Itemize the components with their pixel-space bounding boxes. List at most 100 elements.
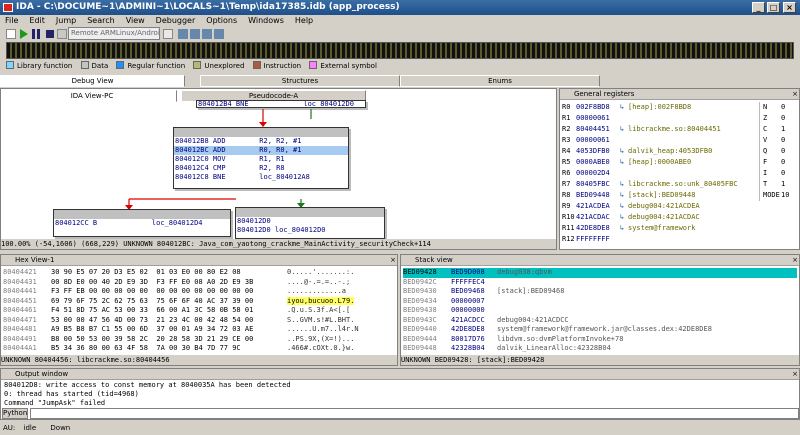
- register-row[interactable]: R10421ACDAC ↳ debug004:421ACDAC: [562, 212, 754, 223]
- stack-row[interactable]: BED09444 80017D76 libdvm.so:dvmPlatformInv…: [403, 335, 797, 345]
- register-value[interactable]: 421ACDAC: [576, 212, 620, 223]
- register-value[interactable]: 002F8BD8: [576, 102, 620, 113]
- pause-icon[interactable]: [32, 29, 40, 39]
- register-value[interactable]: 00000061: [576, 113, 620, 124]
- register-row[interactable]: R1 00000061: [562, 113, 754, 124]
- menu-file[interactable]: File: [5, 15, 18, 26]
- menu-view[interactable]: View: [126, 15, 145, 26]
- run-to-cursor-icon[interactable]: [202, 29, 212, 39]
- graph-node-left[interactable]: 804012CC B loc_804012D4: [53, 209, 231, 237]
- stack-row[interactable]: BED09434 00000007: [403, 297, 797, 307]
- register-value[interactable]: 4053DFB0: [576, 146, 620, 157]
- hex-row[interactable]: 80404421 30 90 E5 07 20 D3 E5 02 01 03 E0…: [3, 268, 395, 278]
- dropdown-arrow-icon[interactable]: [163, 29, 173, 39]
- stack-row[interactable]: BED09440 42DE8DE8 system@framework@framewo…: [403, 325, 797, 335]
- flag-row[interactable]: Q0: [760, 146, 793, 157]
- flag-value[interactable]: 0: [781, 158, 785, 166]
- tab-structures[interactable]: Structures: [200, 75, 400, 87]
- flag-value[interactable]: 1: [781, 180, 785, 188]
- hex-bytes[interactable]: F3 FF EB 00 00 00 00 00 00 00 00 00 00 0…: [51, 287, 287, 297]
- register-row[interactable]: R7 80405FBC ↳ libcrackme.so:unk_80405FBC: [562, 179, 754, 190]
- register-value[interactable]: BED09448: [576, 190, 620, 201]
- menu-options[interactable]: Options: [206, 15, 237, 26]
- register-row[interactable]: R8 BED09448 ↳ [stack]:BED09448: [562, 190, 754, 201]
- stack-value[interactable]: 00000007: [451, 297, 497, 307]
- close-icon[interactable]: ×: [791, 90, 799, 98]
- stack-row[interactable]: BED09430 BED09468 [stack]:BED09468: [403, 287, 797, 297]
- hex-bytes[interactable]: 69 79 6F 75 2C 62 75 63 75 6F 6F 40 AC 3…: [51, 297, 287, 307]
- register-row[interactable]: R9 421ACDEA ↳ debug004:421ACDEA: [562, 201, 754, 212]
- register-row[interactable]: R1142DE8DE8 ↳ system@framework: [562, 223, 754, 234]
- menu-windows[interactable]: Windows: [248, 15, 284, 26]
- close-icon[interactable]: ×: [791, 256, 799, 264]
- stop-icon[interactable]: [46, 30, 54, 38]
- register-value[interactable]: 00000061: [576, 135, 620, 146]
- stack-value[interactable]: FFFFFEC4: [451, 278, 497, 288]
- graph-node-right[interactable]: 804012D0 804012D0 loc_804012D0: [235, 207, 385, 239]
- menu-search[interactable]: Search: [87, 15, 114, 26]
- flag-row[interactable]: N0: [760, 102, 793, 113]
- step-over-icon[interactable]: [190, 29, 200, 39]
- hex-row[interactable]: 80404471 53 00 00 47 56 4D 00 73 21 23 4C…: [3, 316, 395, 326]
- tab-debug-view[interactable]: Debug View: [0, 75, 185, 87]
- stack-view-panel[interactable]: Stack view × BED09428 BED9D008 debug038:qbv…: [400, 254, 800, 366]
- register-value[interactable]: 42DE8DE8: [576, 223, 620, 234]
- register-value[interactable]: 80404451: [576, 124, 620, 135]
- hex-bytes[interactable]: 30 90 E5 07 20 D3 E5 02 01 03 E0 00 80 E…: [51, 268, 287, 278]
- menu-debugger[interactable]: Debugger: [156, 15, 196, 26]
- minimize-button[interactable]: _: [752, 2, 765, 13]
- stack-value[interactable]: 42328B04: [451, 344, 497, 354]
- command-input[interactable]: [30, 408, 799, 419]
- hex-row[interactable]: 80404431 00 8D E0 00 40 2D E9 3D F3 FF E0…: [3, 278, 395, 288]
- step-into-icon[interactable]: [178, 29, 188, 39]
- python-button[interactable]: Python: [2, 408, 28, 419]
- menu-help[interactable]: Help: [295, 15, 313, 26]
- stack-value[interactable]: 80017D76: [451, 335, 497, 345]
- hex-bytes[interactable]: B5 34 36 80 00 63 4F 58 7A 00 30 B4 7D 7…: [51, 344, 287, 354]
- register-value[interactable]: 80405FBC: [576, 179, 620, 190]
- flag-value[interactable]: 0: [781, 103, 785, 111]
- flag-row[interactable]: T1: [760, 179, 793, 190]
- hex-bytes[interactable]: 00 8D E0 00 40 2D E9 3D F3 FF E0 08 A0 2…: [51, 278, 287, 288]
- register-row[interactable]: R6 000002D4: [562, 168, 754, 179]
- step-out-icon[interactable]: [214, 29, 224, 39]
- register-value[interactable]: 0000ABE0: [576, 157, 620, 168]
- hex-view-panel[interactable]: Hex View-1 × 80404421 30 90 E5 07 20 D3 E5…: [0, 254, 398, 366]
- menu-jump[interactable]: Jump: [56, 15, 76, 26]
- hex-bytes[interactable]: B8 00 50 53 00 39 58 2C 20 28 58 3D 21 2…: [51, 335, 287, 345]
- register-row[interactable]: R12FFFFFFFF: [562, 234, 754, 245]
- flag-value[interactable]: 10: [781, 191, 789, 199]
- hex-row[interactable]: 80404481 A9 B5 B8 B7 C1 55 00 6D 37 00 01…: [3, 325, 395, 335]
- new-icon[interactable]: [6, 29, 16, 39]
- flag-row[interactable]: V0: [760, 135, 793, 146]
- flag-value[interactable]: 0: [781, 136, 785, 144]
- stack-row[interactable]: BED0943C 421ACDCC debug004:421ACDCC: [403, 316, 797, 326]
- navigation-band[interactable]: [6, 42, 794, 59]
- hex-row[interactable]: 80404451 69 79 6F 75 2C 62 75 63 75 6F 6F…: [3, 296, 395, 307]
- register-row[interactable]: R3 00000061: [562, 135, 754, 146]
- maximize-button[interactable]: □: [767, 2, 780, 13]
- register-row[interactable]: R0 002F8BD8 ↳ [heap]:002F8BD8: [562, 102, 754, 113]
- flag-row[interactable]: I0: [760, 168, 793, 179]
- output-window-panel[interactable]: Output window × 804012D8: write access to…: [0, 368, 800, 420]
- stack-row[interactable]: BED09448 42328B04 dalvik_LinearAlloc:42328…: [403, 344, 797, 354]
- debugger-icon[interactable]: [57, 29, 67, 39]
- flag-row[interactable]: C1: [760, 124, 793, 135]
- register-value[interactable]: 000002D4: [576, 168, 620, 179]
- hex-bytes[interactable]: F4 51 8D 75 AC 53 00 33 66 00 A1 3C 58 0…: [51, 306, 287, 316]
- stack-value[interactable]: BED9D008: [451, 268, 497, 278]
- hex-row[interactable]: 804044A1 B5 34 36 80 00 63 4F 58 7A 00 30…: [3, 344, 395, 354]
- stack-value[interactable]: 421ACDCC: [451, 316, 497, 326]
- register-row[interactable]: R4 4053DFB0 ↳ dalvik_heap:4053DFB0: [562, 146, 754, 157]
- stack-value[interactable]: 00000000: [451, 306, 497, 316]
- hex-bytes[interactable]: A9 B5 B8 B7 C1 55 00 6D 37 00 01 A9 34 7…: [51, 325, 287, 335]
- stack-value[interactable]: 42DE8DE8: [451, 325, 497, 335]
- flag-value[interactable]: 1: [781, 125, 785, 133]
- register-value[interactable]: 421ACDEA: [576, 201, 620, 212]
- close-button[interactable]: ×: [783, 2, 796, 13]
- flag-row[interactable]: MODE10: [760, 190, 793, 201]
- close-icon[interactable]: ×: [389, 256, 397, 264]
- flag-value[interactable]: 0: [781, 147, 785, 155]
- flag-row[interactable]: Z0: [760, 113, 793, 124]
- flag-value[interactable]: 0: [781, 114, 785, 122]
